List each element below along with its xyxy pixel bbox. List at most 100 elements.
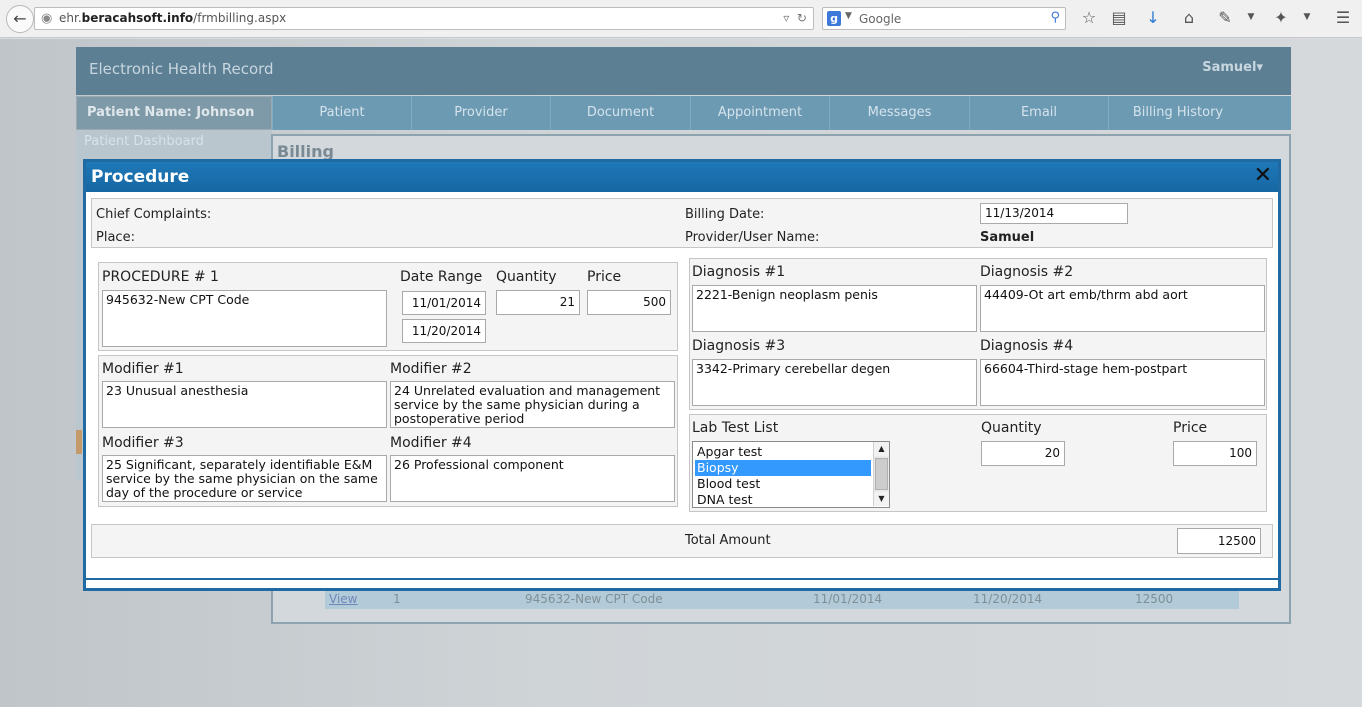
diagnosis-1-label: Diagnosis #1 (692, 264, 786, 280)
close-icon[interactable]: ✕ (1254, 163, 1272, 188)
scroll-thumb[interactable] (875, 458, 888, 490)
modifiers-box: Modifier #1 23 Unusual anesthesia Modifi… (98, 355, 678, 507)
table-row: View 1 945632-New CPT Code 11/01/2014 11… (325, 591, 1239, 609)
app-title: Electronic Health Record (89, 60, 274, 78)
back-arrow-icon[interactable]: ← (6, 5, 34, 33)
bookmark-star-icon[interactable]: ☆ (1078, 8, 1100, 27)
price-label: Price (587, 269, 622, 285)
globe-icon: ◉ (41, 11, 53, 26)
lab-price-input[interactable]: 100 (1173, 441, 1257, 466)
row-to: 11/20/2014 (973, 592, 1043, 606)
list-item[interactable]: Apgar test (695, 444, 871, 460)
modifier-1-field[interactable]: 23 Unusual anesthesia (102, 381, 387, 428)
reload-icon[interactable]: ▿ ↻ (783, 11, 807, 25)
search-icon[interactable]: ⚲ (1050, 10, 1060, 25)
diagnosis-4-label: Diagnosis #4 (980, 338, 1074, 354)
tab-document[interactable]: Document (550, 96, 690, 130)
url-domain: beracahsoft.info (81, 11, 194, 25)
quantity-label: Quantity (496, 269, 557, 285)
diagnosis-2-label: Diagnosis #2 (980, 264, 1074, 280)
row-amount: 12500 (1135, 592, 1174, 606)
billing-date-input[interactable]: 11/13/2014 (980, 203, 1128, 224)
download-icon[interactable]: ↓ (1142, 8, 1164, 27)
listbox-scrollbar[interactable]: ▲ ▼ (873, 442, 889, 506)
home-icon[interactable]: ⌂ (1178, 8, 1200, 27)
eyedropper-icon[interactable]: ✎ (1214, 8, 1236, 27)
scroll-down-icon[interactable]: ▼ (874, 492, 889, 506)
tab-appointment[interactable]: Appointment (690, 96, 829, 130)
modifier-2-label: Modifier #2 (390, 361, 472, 377)
diagnosis-4-field[interactable]: 66604-Third-stage hem-postpart (980, 359, 1265, 406)
procedure-box: PROCEDURE # 1 945632-New CPT Code Date R… (98, 262, 678, 351)
modifier-4-label: Modifier #4 (390, 435, 472, 451)
date-to-input[interactable]: 11/20/2014 (402, 319, 486, 343)
tab-patient[interactable]: Patient (272, 96, 411, 130)
header-info-box: Chief Complaints: Place: Billing Date: 1… (91, 198, 1273, 248)
total-amount-input[interactable]: 12500 (1177, 528, 1261, 554)
modal-title: Procedure (91, 167, 190, 187)
total-box: Total Amount 12500 (91, 524, 1273, 558)
sidebar-accent (76, 430, 82, 454)
procedure-quantity-input[interactable]: 21 (496, 290, 580, 315)
main-nav: Patient Name: Johnson Patient Provider D… (76, 96, 1291, 130)
chevron-down-icon[interactable]: ▼ (845, 11, 852, 21)
url-bar[interactable]: ◉ ehr.beracahsoft.info/frmbilling.aspx ▿… (34, 7, 814, 30)
procedure-modal: Procedure ✕ Chief Complaints: Place: Bil… (83, 159, 1281, 591)
diagnosis-1-field[interactable]: 2221-Benign neoplasm penis (692, 285, 977, 332)
lab-test-list-label: Lab Test List (692, 420, 779, 436)
procedure-label: PROCEDURE # 1 (102, 269, 219, 285)
modifier-3-field[interactable]: 25 Significant, separately identifiable … (102, 455, 387, 502)
lab-test-box: Lab Test List Apgar test Biopsy Blood te… (689, 414, 1267, 512)
tab-messages[interactable]: Messages (829, 96, 969, 130)
row-code: 945632-New CPT Code (525, 592, 663, 606)
list-item[interactable]: DNA test (695, 492, 871, 507)
diagnosis-box: Diagnosis #1 2221-Benign neoplasm penis … (689, 258, 1267, 410)
chevron-down-icon[interactable]: ▼ (1240, 12, 1262, 22)
diagnosis-3-field[interactable]: 3342-Primary cerebellar degen (692, 359, 977, 406)
provider-label: Provider/User Name: (685, 230, 820, 245)
modifier-4-field[interactable]: 26 Professional component (390, 455, 675, 502)
row-from: 11/01/2014 (813, 592, 883, 606)
list-item-selected[interactable]: Biopsy (695, 460, 871, 476)
list-item[interactable]: Blood test (695, 476, 871, 492)
lab-test-listbox[interactable]: Apgar test Biopsy Blood test DNA test ▲ … (692, 441, 890, 508)
lab-quantity-label: Quantity (981, 420, 1042, 436)
tab-email[interactable]: Email (969, 96, 1108, 130)
diagnosis-2-field[interactable]: 44409-Ot art emb/thrm abd aort (980, 285, 1265, 332)
sidebar-item-patient-dashboard[interactable]: Patient Dashboard (84, 134, 204, 149)
url-text: ehr.beracahsoft.info/frmbilling.aspx (59, 11, 287, 25)
total-amount-label: Total Amount (685, 533, 771, 548)
patient-name: Patient Name: Johnson (76, 96, 272, 130)
menu-icon[interactable]: ☰ (1332, 8, 1354, 27)
procedure-code-field[interactable]: 945632-New CPT Code (102, 290, 387, 347)
tab-provider[interactable]: Provider (411, 96, 550, 130)
bookmarks-list-icon[interactable]: ▤ (1108, 8, 1130, 27)
modifier-2-field[interactable]: 24 Unrelated evaluation and management s… (390, 381, 675, 428)
provider-name: Samuel (980, 230, 1035, 245)
chief-complaints-label: Chief Complaints: (96, 207, 212, 222)
tab-billing-history[interactable]: Billing History (1108, 96, 1247, 130)
extension-icon[interactable]: ✦ (1270, 8, 1292, 27)
date-range-label: Date Range (400, 269, 483, 285)
row-number: 1 (393, 592, 401, 606)
diagnosis-3-label: Diagnosis #3 (692, 338, 786, 354)
search-bar[interactable]: g ▼ Google ⚲ (822, 7, 1066, 30)
date-from-input[interactable]: 11/01/2014 (402, 291, 486, 315)
procedure-price-input[interactable]: 500 (587, 290, 671, 315)
modal-footer-divider (86, 578, 1278, 580)
lab-price-label: Price (1173, 420, 1208, 436)
view-link[interactable]: View (329, 592, 357, 606)
place-label: Place: (96, 230, 135, 245)
google-logo-icon: g (827, 11, 841, 26)
chevron-down-icon[interactable]: ▼ (1296, 12, 1318, 22)
scroll-up-icon[interactable]: ▲ (874, 442, 889, 456)
user-menu[interactable]: Samuel▾ (1202, 60, 1263, 75)
modifier-1-label: Modifier #1 (102, 361, 184, 377)
lab-quantity-input[interactable]: 20 (981, 441, 1065, 466)
billing-date-label: Billing Date: (685, 207, 765, 222)
browser-toolbar: ← ◉ ehr.beracahsoft.info/frmbilling.aspx… (0, 0, 1362, 38)
modal-header: Procedure ✕ (86, 162, 1278, 192)
search-input[interactable]: Google (859, 12, 901, 26)
modifier-3-label: Modifier #3 (102, 435, 184, 451)
app-header: Electronic Health Record Samuel▾ (76, 47, 1291, 95)
